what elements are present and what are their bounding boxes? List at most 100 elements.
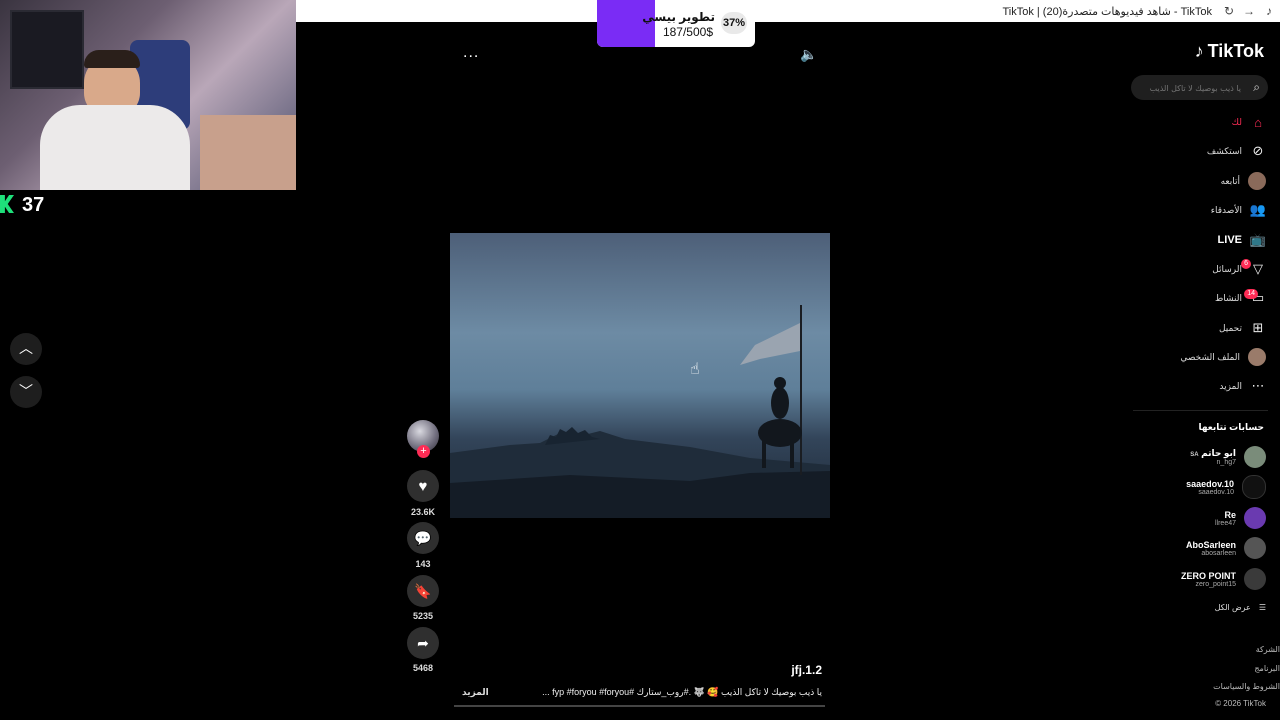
browser-top-bar: TikTok | شاهد فيديوهات متصدرة(20) - TikT… bbox=[296, 0, 1280, 22]
webcam-overlay bbox=[0, 0, 296, 190]
video-caption: يا ذيب بوصيك لا تاكل الذيب 🥰 🐺 .#روب_ستا… bbox=[542, 687, 822, 697]
following-account[interactable]: AboSarleen abosarleen bbox=[1186, 535, 1266, 561]
next-video-button[interactable]: ﹀ bbox=[10, 376, 42, 408]
chevron-up-icon: ︿ bbox=[19, 340, 33, 356]
comment-icon: 💬 bbox=[414, 529, 432, 546]
follow-plus-icon[interactable]: + bbox=[417, 445, 430, 458]
following-account[interactable]: SA ابو حاتم n_hg7 bbox=[1190, 444, 1266, 470]
nav-label: LIVE bbox=[1217, 234, 1242, 246]
activity-badge: 14 bbox=[1244, 289, 1258, 299]
webcam-hair bbox=[84, 50, 140, 68]
following-avatar-icon bbox=[1248, 172, 1266, 190]
previous-video-button[interactable]: ︿ bbox=[10, 333, 42, 365]
nav-label: لك bbox=[1231, 116, 1242, 127]
donation-amount: 187/500$ bbox=[662, 25, 713, 39]
refresh-icon[interactable]: ↻ bbox=[1222, 4, 1236, 18]
flag-pole bbox=[800, 305, 802, 475]
nav-label: الملف الشخصي bbox=[1180, 351, 1240, 362]
live-icon: 📺 bbox=[1249, 232, 1267, 247]
account-handle: saaedov.10 bbox=[1198, 488, 1234, 496]
horse-leg bbox=[762, 438, 766, 468]
account-handle: zero_point15 bbox=[1195, 580, 1236, 588]
following-account[interactable]: saaedov.10 saaedov.10 bbox=[1186, 474, 1266, 500]
comment-button[interactable]: 💬 bbox=[407, 522, 439, 554]
compass-icon: ⊘ bbox=[1252, 143, 1264, 158]
account-name: ZERO POINT bbox=[1180, 570, 1236, 581]
flag-banner bbox=[740, 323, 800, 365]
video-frame-art bbox=[450, 305, 830, 518]
nav-label: المزيد bbox=[1219, 380, 1242, 391]
chevron-down-icon: ﹀ bbox=[19, 383, 33, 399]
see-all-link[interactable]: عرض الكل ☰ bbox=[1215, 603, 1266, 612]
account-name: AboSarleen bbox=[1185, 539, 1236, 550]
nav-label: الأصدقاء bbox=[1210, 204, 1242, 215]
account-handle: n_hg7 bbox=[1216, 459, 1236, 466]
nav-item-upload[interactable]: تحميل ⊞ bbox=[1219, 318, 1266, 338]
search-input[interactable] bbox=[1139, 79, 1243, 98]
footer-link-program[interactable]: البرنامج bbox=[1254, 664, 1280, 673]
nav-item-live[interactable]: LIVE 📺 bbox=[1217, 230, 1267, 250]
upload-icon: ⊞ bbox=[1252, 320, 1264, 335]
bookmark-icon: 🔖 bbox=[414, 582, 432, 599]
cursor-hand-icon: ☝ bbox=[690, 361, 700, 378]
footer-link-company[interactable]: الشركة bbox=[1256, 645, 1280, 654]
save-button[interactable]: 🔖 bbox=[407, 575, 439, 607]
horse-leg bbox=[790, 438, 794, 468]
nav-item-friends[interactable]: الأصدقاء 👥 bbox=[1211, 200, 1266, 220]
forward-icon[interactable]: → bbox=[1242, 4, 1256, 18]
webcam-bed bbox=[200, 115, 296, 190]
save-count: 5235 bbox=[412, 611, 434, 621]
footer-link-terms[interactable]: الشروط والسياسات bbox=[1213, 682, 1280, 691]
nav-label: تحميل bbox=[1218, 322, 1242, 333]
logo-text: TikTok bbox=[1207, 41, 1264, 61]
kick-logo-icon bbox=[0, 195, 14, 213]
account-name: saaedov.10 bbox=[1186, 478, 1234, 489]
nav-item-activity[interactable]: النشاط ▭ bbox=[1215, 288, 1266, 308]
account-handle: llree47 bbox=[1214, 519, 1236, 527]
nav-item-more[interactable]: المزيد ⋯ bbox=[1219, 376, 1266, 396]
counter-value: 37 bbox=[22, 194, 45, 216]
nav-item-profile[interactable]: الملف الشخصي bbox=[1180, 347, 1266, 367]
video-player[interactable]: ☝ bbox=[450, 233, 830, 518]
rider-head bbox=[774, 377, 786, 389]
video-more-options-button[interactable]: ... bbox=[463, 44, 479, 62]
account-avatar bbox=[1244, 568, 1266, 590]
share-button[interactable]: ➦ bbox=[407, 627, 439, 659]
donation-percent: 37% bbox=[721, 12, 747, 34]
nav-label: استكشف bbox=[1206, 145, 1242, 156]
footer-copyright: © 2026 TikTok bbox=[1215, 699, 1266, 708]
like-button[interactable]: ♥ bbox=[407, 470, 439, 502]
video-progress-bar[interactable] bbox=[454, 705, 825, 707]
heart-icon: ♥ bbox=[418, 477, 428, 495]
search-box[interactable]: ⌕ bbox=[1131, 75, 1268, 100]
following-accounts-title: حسابات تتابعها bbox=[1198, 422, 1264, 432]
nav-item-explore[interactable]: استكشف ⊘ bbox=[1207, 141, 1266, 161]
messages-icon: ▽ bbox=[1253, 261, 1263, 276]
messages-badge: 6 bbox=[1241, 259, 1251, 269]
video-author[interactable]: jfj.1.2 bbox=[791, 663, 822, 677]
account-avatar bbox=[1244, 446, 1266, 468]
nav-label: النشاط bbox=[1214, 292, 1242, 303]
caption-more-link[interactable]: المزيد bbox=[462, 687, 489, 698]
nav-label: الرسائل bbox=[1212, 263, 1242, 274]
share-count: 5468 bbox=[412, 663, 434, 673]
sidebar-divider bbox=[1133, 410, 1268, 411]
tiktok-logo[interactable]: ♪ TikTok bbox=[1195, 41, 1264, 62]
following-account[interactable]: Re llree47 bbox=[1215, 505, 1266, 531]
search-icon[interactable]: ⌕ bbox=[1253, 80, 1260, 95]
account-handle: abosarleen bbox=[1201, 549, 1236, 557]
more-icon: ⋯ bbox=[1251, 378, 1265, 393]
see-all-label: عرض الكل bbox=[1214, 603, 1251, 612]
home-icon: ⌂ bbox=[1254, 114, 1262, 130]
account-avatar bbox=[1242, 475, 1266, 499]
volume-icon[interactable]: 🔈 bbox=[800, 46, 817, 63]
comment-count: 143 bbox=[415, 559, 431, 569]
nav-item-for-you[interactable]: لك ⌂ bbox=[1232, 112, 1266, 132]
webcam-tv bbox=[10, 10, 84, 89]
nav-item-messages[interactable]: الرسائل ▽ bbox=[1212, 259, 1266, 279]
following-account[interactable]: ZERO POINT zero_point15 bbox=[1181, 566, 1266, 592]
donation-title: تطوير بيسي bbox=[642, 10, 715, 24]
nav-item-following[interactable]: أتابعه bbox=[1221, 171, 1266, 191]
share-icon: ➦ bbox=[417, 634, 429, 651]
account-name: ابو حاتم bbox=[1201, 448, 1236, 458]
